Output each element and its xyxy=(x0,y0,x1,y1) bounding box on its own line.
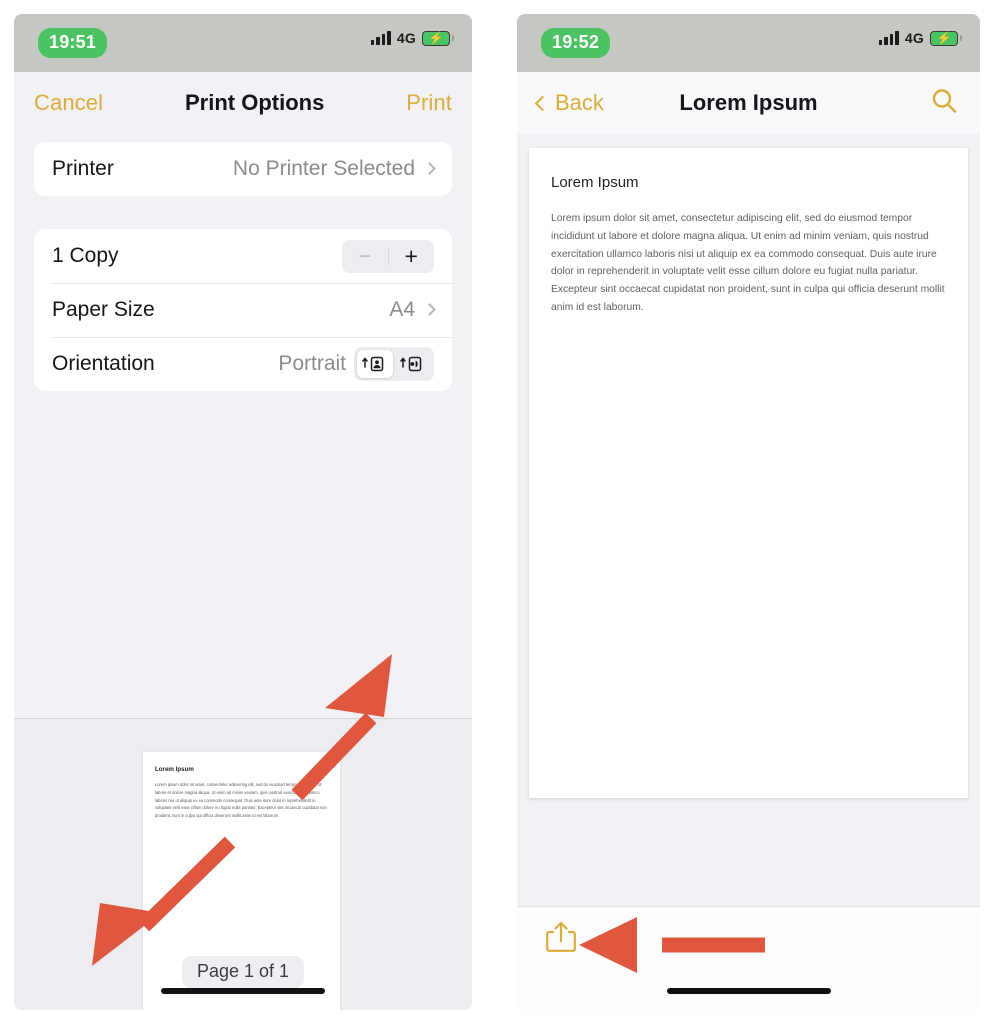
network-label: 4G xyxy=(396,30,416,46)
cellular-signal-icon xyxy=(370,31,391,45)
home-indicator xyxy=(161,988,325,994)
orientation-value: Portrait xyxy=(278,352,346,375)
document-navbar: Back Lorem Ipsum xyxy=(517,72,980,134)
printer-row[interactable]: Printer No Printer Selected xyxy=(34,142,452,196)
preview-doc-title: Lorem Ipsum xyxy=(155,766,194,773)
home-indicator xyxy=(666,988,831,994)
printer-row-value: No Printer Selected xyxy=(232,157,415,180)
right-phone-screen: 19:52 4G ⚡ Back Lorem Ipsum Lorem Ipsum … xyxy=(517,14,980,1010)
orientation-label: Orientation xyxy=(52,352,155,375)
copies-stepper[interactable]: − + xyxy=(342,239,435,273)
paper-size-label: Paper Size xyxy=(52,298,155,321)
copies-row-label: 1 Copy xyxy=(52,244,119,267)
status-indicators: 4G ⚡ xyxy=(878,30,962,46)
print-options-sheet: Cancel Print Options Print Printer No Pr… xyxy=(14,72,472,1010)
document-title: Lorem Ipsum xyxy=(679,90,818,115)
print-settings-group: 1 Copy − + Paper Size A4 Orientation Por… xyxy=(34,229,452,391)
battery-charging-icon: ⚡ xyxy=(422,30,454,46)
back-button[interactable]: Back xyxy=(534,90,604,116)
cellular-signal-icon xyxy=(878,31,899,45)
orientation-row: Orientation Portrait xyxy=(34,337,452,391)
status-indicators: 4G ⚡ xyxy=(370,30,454,46)
page-title: Print Options xyxy=(185,90,325,115)
cancel-button[interactable]: Cancel xyxy=(34,90,103,116)
search-icon[interactable] xyxy=(930,87,958,120)
battery-charging-icon: ⚡ xyxy=(930,30,962,46)
document-bottom-toolbar xyxy=(517,906,980,1010)
left-status-bar: 19:51 4G ⚡ xyxy=(14,14,472,72)
copies-row: 1 Copy − + xyxy=(34,229,452,283)
document-viewer-sheet: Back Lorem Ipsum Lorem Ipsum Lorem ipsum… xyxy=(517,72,980,1010)
document-body: Lorem ipsum dolor sit amet, consectetur … xyxy=(551,213,945,314)
share-icon[interactable] xyxy=(544,919,578,955)
right-status-bar: 19:52 4G ⚡ xyxy=(517,14,980,72)
printer-row-label: Printer xyxy=(52,157,114,180)
orientation-toggle[interactable] xyxy=(354,347,434,381)
print-options-navbar: Cancel Print Options Print xyxy=(14,72,472,134)
status-time: 19:51 xyxy=(38,28,108,58)
left-phone-screen: 19:51 4G ⚡ Cancel Print Options Print Pr… xyxy=(14,14,472,1010)
paper-size-row[interactable]: Paper Size A4 xyxy=(34,283,452,337)
preview-doc-body: Lorem ipsum dolor sit amet, consectetur … xyxy=(155,782,327,819)
print-button[interactable]: Print xyxy=(406,90,452,116)
decrement-copies-button[interactable]: − xyxy=(342,240,388,273)
document-heading: Lorem Ipsum xyxy=(551,174,639,191)
chevron-right-icon xyxy=(423,303,436,316)
chevron-right-icon xyxy=(423,162,436,175)
network-label: 4G xyxy=(904,30,924,46)
printer-group: Printer No Printer Selected xyxy=(34,142,452,196)
document-page[interactable]: Lorem Ipsum Lorem ipsum dolor sit amet, … xyxy=(529,148,968,798)
screenshot-canvas: 19:51 4G ⚡ Cancel Print Options Print Pr… xyxy=(0,0,995,1024)
page-count-badge: Page 1 of 1 xyxy=(181,956,305,988)
increment-copies-button[interactable]: + xyxy=(389,240,435,273)
print-preview-area: Lorem Ipsum Lorem ipsum dolor sit amet, … xyxy=(14,719,472,1010)
chevron-left-icon xyxy=(534,95,551,111)
back-button-label: Back xyxy=(555,90,604,115)
status-time: 19:52 xyxy=(541,28,611,58)
orientation-portrait-icon[interactable] xyxy=(357,350,393,378)
paper-size-value: A4 xyxy=(389,298,415,321)
orientation-landscape-icon[interactable] xyxy=(395,350,431,378)
